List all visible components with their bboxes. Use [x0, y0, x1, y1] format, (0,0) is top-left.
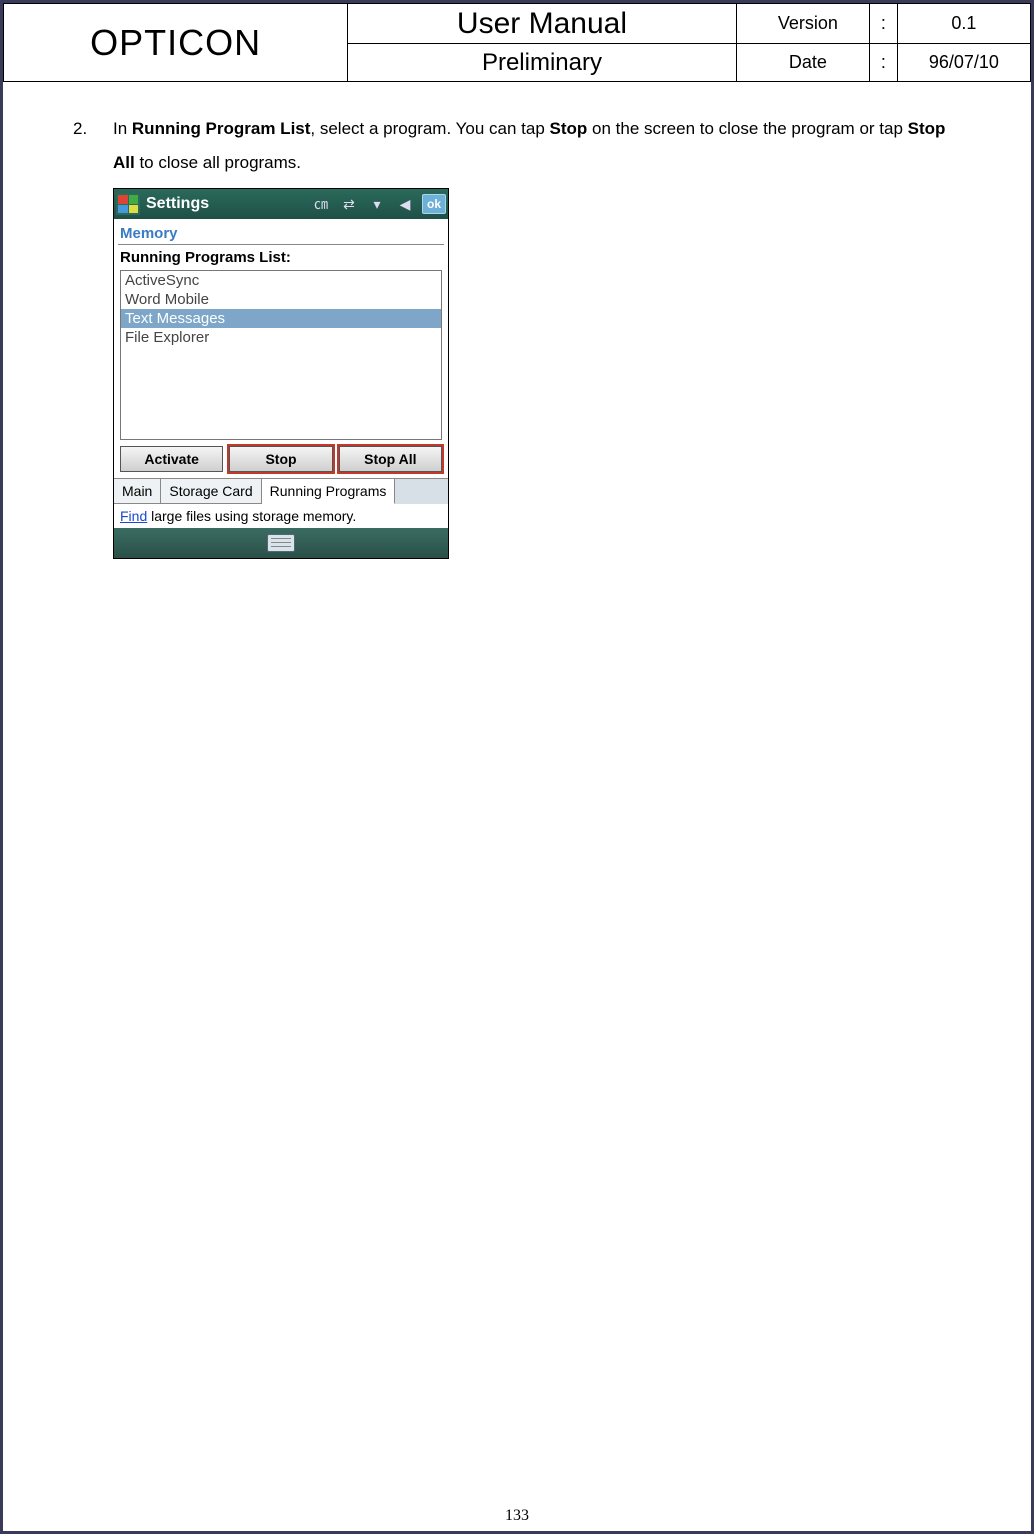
connection-icon[interactable]: ⇄ [338, 194, 360, 214]
text: In [113, 119, 132, 138]
page-header: OPTICON User Manual Version : 0.1 Prelim… [3, 3, 1031, 82]
wm-topbar: Settings ㎝ ⇄ ▾ ◀ ok [114, 189, 448, 219]
step-text: In Running Program List, select a progra… [113, 112, 961, 180]
stop-all-button[interactable]: Stop All [339, 446, 442, 472]
colon: : [869, 44, 897, 82]
find-text: large files using storage memory. [147, 508, 356, 524]
tab-storage-card[interactable]: Storage Card [161, 479, 261, 504]
stop-button[interactable]: Stop [229, 446, 332, 472]
manual-subtitle: Preliminary [348, 44, 737, 82]
running-programs-list[interactable]: ActiveSync Word Mobile Text Messages Fil… [120, 270, 442, 440]
date-label: Date [736, 44, 869, 82]
version-value: 0.1 [897, 4, 1030, 44]
tab-main[interactable]: Main [114, 479, 161, 504]
text: to close all programs. [135, 153, 301, 172]
list-item-selected[interactable]: Text Messages [121, 309, 441, 328]
date-value: 96/07/10 [897, 44, 1030, 82]
wm-bottombar [114, 528, 448, 558]
page-number: 133 [3, 1507, 1031, 1525]
memory-heading: Memory [114, 219, 448, 244]
topbar-title: Settings [142, 195, 308, 213]
status-icons: ㎝ ⇄ ▾ ◀ ok [310, 194, 446, 214]
text: , select a program. You can tap [310, 119, 549, 138]
manual-title: User Manual [348, 4, 737, 44]
bold-text: Running Program List [132, 119, 311, 138]
input-method-icon[interactable]: ㎝ [310, 194, 332, 214]
list-item[interactable]: File Explorer [121, 328, 441, 347]
brand-cell: OPTICON [4, 4, 348, 82]
keyboard-icon[interactable] [267, 534, 295, 552]
ok-button[interactable]: ok [422, 194, 446, 214]
version-label: Version [736, 4, 869, 44]
text: on the screen to close the program or ta… [587, 119, 907, 138]
list-item[interactable]: Word Mobile [121, 290, 441, 309]
step-number: 2. [73, 112, 113, 180]
button-row: Activate Stop Stop All [114, 440, 448, 478]
colon: : [869, 4, 897, 44]
instruction-step: 2. In Running Program List, select a pro… [73, 112, 961, 180]
device-screenshot: Settings ㎝ ⇄ ▾ ◀ ok Memory Running Progr… [113, 188, 449, 559]
running-list-title: Running Programs List: [114, 245, 448, 270]
tab-running-programs[interactable]: Running Programs [262, 479, 396, 504]
bold-text: Stop [550, 119, 588, 138]
volume-icon[interactable]: ◀ [394, 194, 416, 214]
activate-button[interactable]: Activate [120, 446, 223, 472]
list-item[interactable]: ActiveSync [121, 271, 441, 290]
tab-row: Main Storage Card Running Programs [114, 478, 448, 504]
signal-icon[interactable]: ▾ [366, 194, 388, 214]
find-link[interactable]: Find [120, 508, 147, 524]
start-flag-icon[interactable] [116, 193, 140, 215]
find-hint: Find large files using storage memory. [114, 504, 448, 528]
